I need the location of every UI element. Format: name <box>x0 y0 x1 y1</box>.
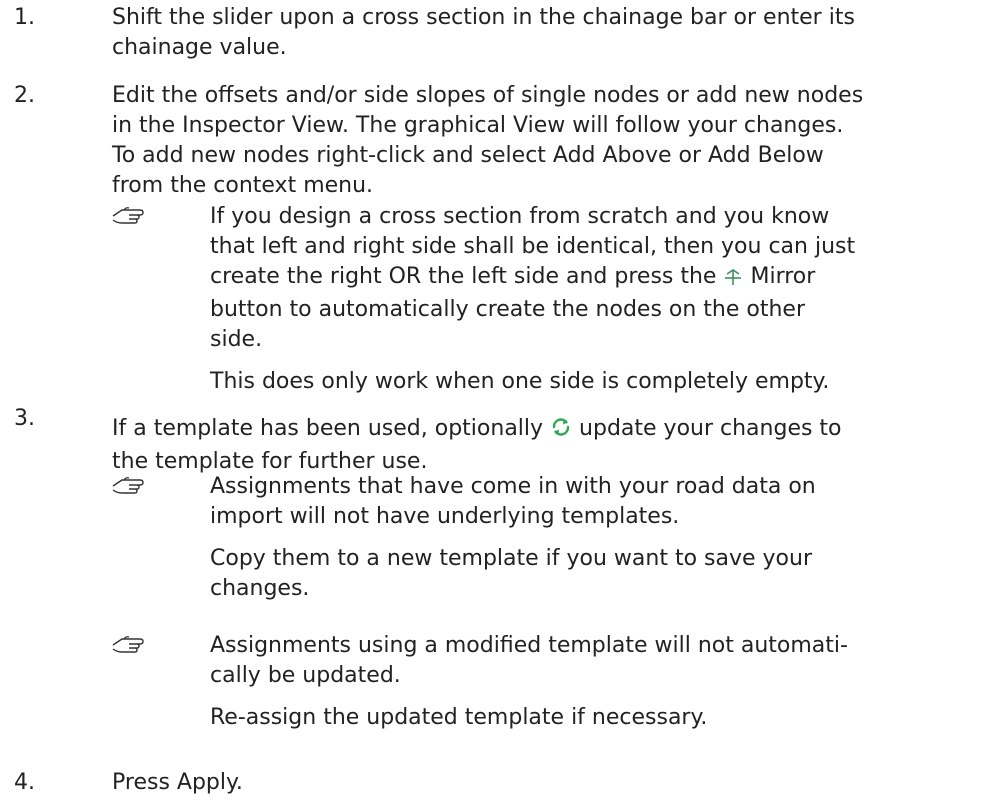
pointing-hand-icon <box>112 631 146 653</box>
note-line: Copy them to a new template if you want … <box>210 546 812 571</box>
text-line: Edit the offsets and/or side slopes of s… <box>112 83 864 108</box>
text-line: chainage value. <box>112 35 287 60</box>
note-line: Re-assign the updated template if necess… <box>210 705 708 730</box>
text-line: Press Apply. <box>112 770 243 795</box>
step-number: 4. <box>14 770 35 795</box>
text-line: To add new nodes right-click and select … <box>112 143 824 168</box>
text-line: Shift the slider upon a cross section in… <box>112 5 855 30</box>
pointing-hand-icon <box>112 472 146 494</box>
note-line: This does only work when one side is com… <box>210 369 830 394</box>
note-line: button to automatically create the nodes… <box>210 297 805 322</box>
text-line: from the context menu. <box>112 173 374 198</box>
text-line: If a template has been used, optionally … <box>112 414 942 447</box>
note-line: import will not have underlying template… <box>210 504 680 529</box>
step-number: 2. <box>14 83 35 108</box>
step-number: 3. <box>14 406 35 431</box>
mirror-icon <box>723 265 743 295</box>
note-line: Assignments that have come in with your … <box>210 474 816 499</box>
text-line: in the Inspector View. The graphical Vie… <box>112 113 844 138</box>
note-line: changes. <box>210 576 310 601</box>
note-line: that left and right side shall be identi… <box>210 234 856 259</box>
step-text: Edit the offsets and/or side slopes of s… <box>112 81 942 201</box>
note-line: create the right OR the left side and pr… <box>210 262 930 295</box>
note-line: Assignments using a modified template wi… <box>210 633 848 658</box>
step-text: Press Apply. <box>112 768 942 798</box>
step-text: If a template has been used, optionally … <box>112 414 942 477</box>
step-number: 1. <box>14 5 35 30</box>
step-text: Shift the slider upon a cross section in… <box>112 3 942 63</box>
note-line: side. <box>210 327 263 352</box>
update-sync-icon[interactable] <box>550 416 572 447</box>
note-line: cally be updated. <box>210 663 401 688</box>
pointing-hand-icon <box>112 202 146 224</box>
note-line: If you design a cross section from scrat… <box>210 204 830 229</box>
